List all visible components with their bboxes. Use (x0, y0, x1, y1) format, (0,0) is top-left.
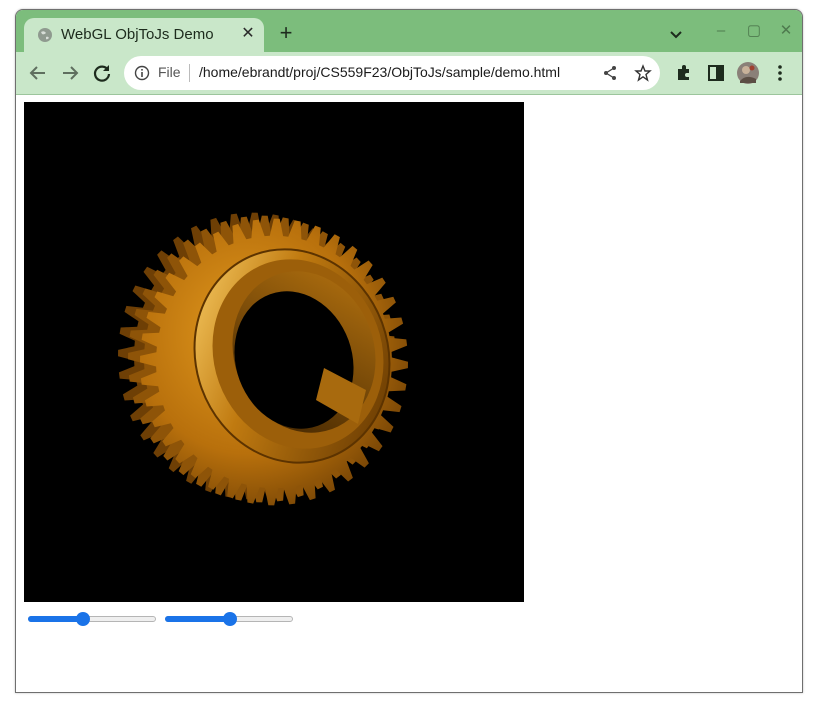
forward-icon[interactable] (58, 61, 82, 85)
star-icon[interactable] (634, 64, 652, 82)
webgl-canvas[interactable] (24, 102, 524, 602)
rotation-slider-2[interactable] (165, 612, 293, 626)
page-content (16, 95, 802, 692)
browser-toolbar: File /home/ebrandt/proj/CS559F23/ObjToJs… (16, 52, 802, 95)
divider (189, 64, 190, 82)
extensions-icon[interactable] (674, 63, 694, 83)
tab-active[interactable]: WebGL ObjToJs Demo ✕ (24, 18, 264, 52)
info-icon[interactable] (134, 65, 150, 81)
rotation-slider-1[interactable] (28, 612, 156, 626)
reload-icon[interactable] (90, 61, 114, 85)
browser-window: WebGL ObjToJs Demo ✕ + – ▢ ✕ File /home/… (15, 9, 803, 693)
address-bar[interactable]: File /home/ebrandt/proj/CS559F23/ObjToJs… (124, 56, 660, 90)
profile-avatar[interactable] (736, 61, 760, 85)
tab-close-button[interactable]: ✕ (238, 24, 258, 44)
new-tab-button[interactable]: + (274, 22, 298, 46)
slider-thumb[interactable] (75, 612, 90, 626)
close-window-button[interactable]: ✕ (775, 20, 797, 42)
slider-fill (165, 616, 231, 622)
tab-title: WebGL ObjToJs Demo (61, 26, 214, 43)
slider-fill (28, 616, 83, 622)
scheme-label: File (158, 64, 181, 80)
title-bar: WebGL ObjToJs Demo ✕ + – ▢ ✕ (16, 10, 802, 52)
chevron-down-icon[interactable] (666, 24, 686, 44)
back-icon[interactable] (26, 61, 50, 85)
minimize-button[interactable]: – (710, 20, 732, 42)
slider-thumb[interactable] (223, 612, 238, 626)
globe-icon (38, 28, 52, 42)
share-icon[interactable] (602, 65, 618, 81)
maximize-button[interactable]: ▢ (743, 20, 765, 42)
menu-icon[interactable] (770, 63, 790, 83)
gear-render (118, 212, 408, 506)
url-text[interactable]: /home/ebrandt/proj/CS559F23/ObjToJs/samp… (199, 64, 560, 80)
side-panel-icon[interactable] (706, 63, 726, 83)
